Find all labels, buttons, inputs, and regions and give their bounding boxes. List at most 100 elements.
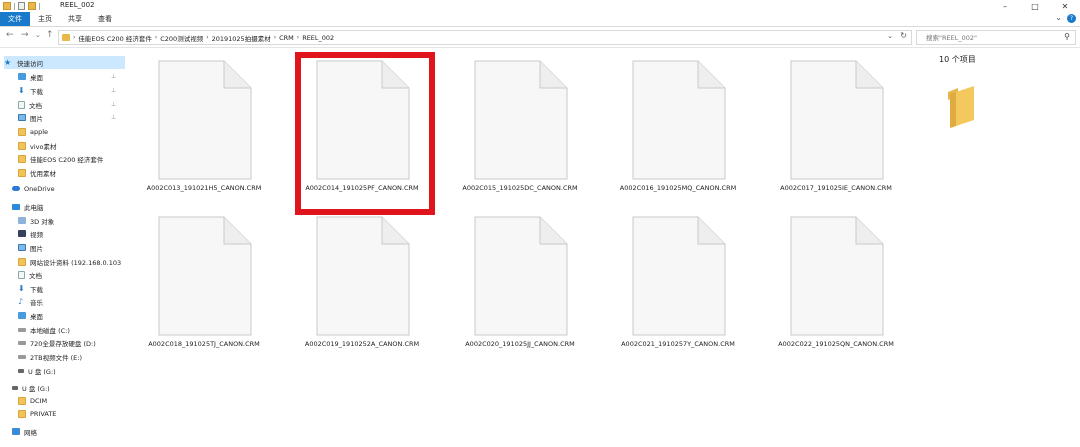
- sidebar-item-label: 桌面: [30, 73, 43, 82]
- sidebar-item-downloads[interactable]: ⬇ 下载 ⊥: [18, 84, 116, 97]
- file-item[interactable]: A002C018_191025TJ_CANON.CRM: [128, 204, 280, 354]
- tab-home[interactable]: 主页: [32, 12, 58, 26]
- search-input[interactable]: [926, 33, 1056, 42]
- pin-icon[interactable]: ⊥: [111, 101, 116, 108]
- pin-icon[interactable]: ⊥: [111, 87, 116, 94]
- tab-share[interactable]: 共享: [62, 12, 88, 26]
- address-dropdown-icon[interactable]: ⌄: [887, 32, 893, 40]
- sidebar-item-quick-access[interactable]: ★ 快速访问: [4, 56, 125, 69]
- quick-access-toolbar: [3, 2, 40, 10]
- sidebar-item-label: 3D 对象: [30, 217, 55, 226]
- sidebar-item-network[interactable]: 网络: [12, 425, 37, 438]
- sidebar-item-pictures-pc[interactable]: 图片: [18, 241, 43, 254]
- recent-locations-button[interactable]: ⌄: [35, 31, 41, 39]
- file-item[interactable]: A002C020_191025JJ_CANON.CRM: [444, 204, 596, 354]
- sidebar-item-drive-c[interactable]: 本地磁盘 (C:): [18, 323, 70, 336]
- file-item[interactable]: A002C022_191025QN_CANON.CRM: [760, 204, 912, 354]
- sidebar-item-private[interactable]: PRIVATE: [18, 407, 56, 420]
- folder-icon: [18, 409, 26, 418]
- sidebar-item-drive-d[interactable]: 720全景存放硬盘 (D:): [18, 336, 96, 349]
- sidebar-item-label: DCIM: [30, 396, 48, 405]
- sidebar-item-network-share[interactable]: 网站设计资料 (192.168.0.103: [18, 255, 121, 268]
- sidebar-item-usb-g[interactable]: U 盘 (G:): [18, 364, 56, 377]
- tab-file[interactable]: 文件: [0, 12, 30, 26]
- minimize-button[interactable]: –: [990, 0, 1020, 12]
- sidebar-item-videos[interactable]: 视频: [18, 227, 43, 240]
- address-bar[interactable]: › 佳能EOS C200 经济套件 › C200测试视频 › 20191025拍…: [58, 30, 912, 45]
- file-item[interactable]: A002C016_191025MQ_CANON.CRM: [602, 48, 754, 198]
- sidebar-item-pictures[interactable]: 图片 ⊥: [18, 111, 116, 124]
- sidebar-item-onedrive[interactable]: OneDrive: [12, 182, 55, 195]
- pin-icon[interactable]: ⊥: [111, 73, 116, 80]
- breadcrumb-item[interactable]: C200测试视频: [160, 33, 203, 43]
- tab-view[interactable]: 查看: [92, 12, 118, 26]
- sidebar-item-label: 优用素材: [30, 169, 56, 178]
- sidebar-item-label: U 盘 (G:): [22, 384, 50, 393]
- folder-icon: [18, 168, 26, 177]
- picture-icon: [18, 114, 26, 121]
- window-controls: – □ ✕: [990, 0, 1080, 12]
- breadcrumb-separator[interactable]: ›: [206, 34, 208, 41]
- up-button[interactable]: ↑: [46, 30, 54, 40]
- sidebar-item-documents[interactable]: 文档 ⊥: [18, 98, 116, 111]
- cube-icon: [18, 217, 26, 224]
- breadcrumb-item[interactable]: 20191025拍摄素材: [212, 33, 271, 43]
- breadcrumb-separator[interactable]: ›: [297, 34, 299, 41]
- breadcrumb-item[interactable]: CRM: [279, 34, 294, 42]
- close-button[interactable]: ✕: [1050, 0, 1080, 12]
- file-name: A002C020_191025JJ_CANON.CRM: [465, 340, 575, 348]
- breadcrumb-separator[interactable]: ›: [73, 34, 75, 41]
- sidebar-item-drive-e[interactable]: 2TB视频文件 (E:): [18, 350, 82, 363]
- item-count: 10 个项目: [939, 55, 976, 64]
- sidebar-item-this-pc[interactable]: 此电脑: [12, 200, 44, 213]
- breadcrumb-separator[interactable]: ›: [155, 34, 157, 41]
- expand-ribbon-icon[interactable]: ⌄: [1055, 13, 1062, 22]
- breadcrumb-item[interactable]: 佳能EOS C200 经济套件: [78, 33, 151, 43]
- back-button[interactable]: ←: [6, 30, 14, 40]
- file-item[interactable]: A002C013_191021H5_CANON.CRM: [128, 48, 280, 198]
- sidebar-item-downloads-pc[interactable]: ⬇ 下载: [18, 282, 43, 295]
- sidebar-item-label: 2TB视频文件 (E:): [30, 353, 82, 362]
- sidebar-item-assets[interactable]: 优用素材: [18, 166, 56, 179]
- search-box[interactable]: ⚲: [916, 30, 1076, 45]
- file-icon: [632, 60, 726, 180]
- sidebar-item-vivo[interactable]: vivo素材: [18, 139, 56, 152]
- sidebar-item-apple[interactable]: apple: [18, 125, 48, 138]
- file-item[interactable]: A002C021_1910257Y_CANON.CRM: [602, 204, 754, 354]
- new-folder-icon[interactable]: [28, 2, 36, 10]
- file-icon: [474, 60, 568, 180]
- breadcrumb-item-current[interactable]: REEL_002: [302, 34, 334, 42]
- separator: [14, 2, 15, 10]
- file-item[interactable]: A002C019_1910252A_CANON.CRM: [286, 204, 438, 354]
- usb-icon: [18, 368, 24, 373]
- maximize-button[interactable]: □: [1020, 0, 1050, 12]
- refresh-button[interactable]: ↻: [900, 31, 907, 40]
- preview-pane: 10 个项目: [924, 48, 1080, 447]
- file-name: A002C016_191025MQ_CANON.CRM: [619, 184, 737, 192]
- help-icon[interactable]: ?: [1067, 14, 1076, 23]
- folder-icon: [18, 154, 26, 163]
- sidebar-item-desktop-pc[interactable]: 桌面: [18, 309, 43, 322]
- file-grid: A002C013_191021H5_CANON.CRM A002C014_191…: [128, 48, 918, 447]
- file-item[interactable]: A002C017_191025IE_CANON.CRM: [760, 48, 912, 198]
- properties-icon[interactable]: [18, 2, 25, 10]
- sidebar-item-documents-pc[interactable]: 文档: [18, 268, 42, 281]
- folder-icon: [18, 141, 26, 150]
- sidebar-item-label: 图片: [30, 114, 43, 123]
- folder-icon: [18, 396, 26, 405]
- file-name: A002C019_1910252A_CANON.CRM: [304, 340, 420, 348]
- search-icon[interactable]: ⚲: [1064, 32, 1070, 41]
- sidebar-item-usb-root[interactable]: U 盘 (G:): [12, 381, 50, 394]
- sidebar-item-dcim[interactable]: DCIM: [18, 394, 47, 407]
- sidebar-item-desktop[interactable]: 桌面 ⊥: [18, 70, 116, 83]
- breadcrumb-separator[interactable]: ›: [274, 34, 276, 41]
- desktop-icon: [18, 73, 26, 80]
- folder-icon: [18, 257, 26, 266]
- forward-button[interactable]: →: [21, 30, 29, 40]
- pin-icon[interactable]: ⊥: [111, 114, 116, 121]
- file-item[interactable]: A002C015_191025DC_CANON.CRM: [444, 48, 596, 198]
- sidebar-item-music[interactable]: ♪ 音乐: [18, 295, 43, 308]
- sidebar-item-3d-objects[interactable]: 3D 对象: [18, 214, 54, 227]
- sidebar-item-canon-kit[interactable]: 佳能EOS C200 经济套件: [18, 152, 103, 165]
- file-name: A002C022_191025QN_CANON.CRM: [778, 340, 894, 348]
